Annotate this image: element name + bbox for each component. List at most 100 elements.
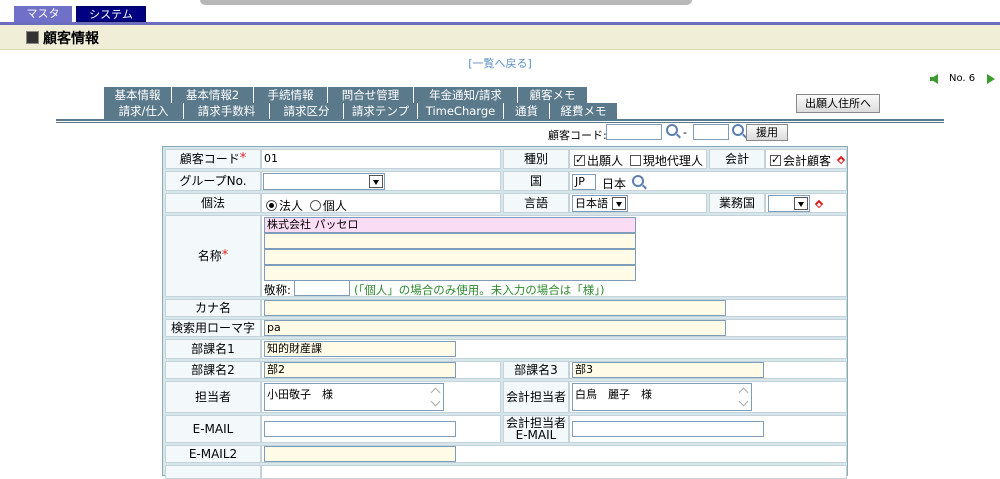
email2-input[interactable]	[264, 446, 456, 462]
individual-law-label: 個法	[165, 193, 261, 213]
applicant-checkbox[interactable]	[574, 153, 585, 166]
romaji-label: 検索用ローマ字	[165, 319, 261, 337]
business-country-label: 業務国	[709, 193, 765, 213]
acct-contact-cell: 白鳥 麗子 様	[569, 381, 847, 413]
language-cell: 日本語	[569, 193, 707, 213]
dept2-cell: 部2	[261, 361, 501, 379]
tab-underline-2	[56, 122, 944, 123]
group-no-label: グループNo.	[165, 171, 261, 191]
arrow-left-icon[interactable]	[930, 74, 938, 84]
range-separator: -	[683, 126, 687, 139]
customer-code-label: 顧客コード*	[165, 149, 261, 169]
apply-button[interactable]: 援用	[746, 124, 788, 141]
search-code-label: 顧客コード:	[548, 129, 607, 142]
applicant-label: 出願人	[587, 154, 624, 168]
search-icon[interactable]	[732, 124, 744, 136]
business-country-select[interactable]	[768, 195, 810, 212]
dept3-cell: 部3	[569, 361, 847, 379]
tab-basic-info[interactable]: 基本情報	[104, 87, 172, 103]
language-label: 言語	[503, 193, 569, 213]
email2-cell	[261, 445, 847, 463]
tab-underline	[56, 119, 944, 121]
name-cell: 株式会社 パッセロ 敬称: (「個人」の場合のみ使用。未入力の場合は「様」)	[261, 215, 847, 297]
country-name: 日本	[602, 177, 627, 191]
kana-input[interactable]	[264, 300, 726, 316]
search-code-from-input[interactable]	[606, 124, 662, 140]
accounting-customer-checkbox[interactable]	[770, 153, 781, 166]
tab-system[interactable]: システム	[76, 6, 146, 22]
required-diamond-icon	[814, 199, 824, 209]
name-line-3-input[interactable]	[264, 249, 636, 265]
acct-contact-label: 会計担当者	[503, 381, 569, 413]
next-row-label	[165, 465, 261, 479]
arrow-right-icon[interactable]	[987, 74, 995, 84]
acct-contact-textarea[interactable]: 白鳥 麗子 様	[572, 383, 752, 411]
dept2-input[interactable]: 部2	[264, 362, 456, 378]
dept3-label: 部課名3	[503, 361, 569, 379]
tab-basic-info-2[interactable]: 基本情報2	[172, 87, 254, 103]
email2-label: E-MAIL2	[165, 445, 261, 463]
tab-billing-fee[interactable]: 請求手数料	[184, 103, 270, 119]
record-navigator: No. 6	[930, 73, 1000, 87]
required-diamond-icon	[836, 155, 846, 165]
contact-label: 担当者	[165, 381, 261, 413]
top-navigation: マスタ システム	[0, 0, 1000, 24]
tab-procedure-info[interactable]: 手続情報	[254, 87, 328, 103]
kana-label: カナ名	[165, 299, 261, 317]
accounting-customer-label: 会計顧客	[783, 154, 832, 168]
tab-inquiry-management[interactable]: 問合せ管理	[328, 87, 414, 103]
dropdown-icon	[794, 197, 808, 210]
dropdown-icon	[369, 175, 383, 188]
applicant-address-button[interactable]: 出願人住所へ	[796, 94, 880, 113]
dept1-input[interactable]: 知的財産課	[264, 341, 456, 357]
agent-checkbox[interactable]	[629, 155, 641, 166]
record-number: No. 6	[949, 73, 976, 84]
acct-email-label: 会計担当者 E-MAIL	[503, 415, 569, 443]
honorific-note: (「個人」の場合のみ使用。未入力の場合は「様」)	[354, 283, 605, 297]
person-radio[interactable]	[309, 200, 321, 211]
kana-cell	[261, 299, 847, 317]
tab-timecharge[interactable]: TimeCharge	[418, 103, 504, 119]
dept3-input[interactable]: 部3	[572, 362, 764, 378]
honorific-input[interactable]	[294, 280, 350, 296]
country-label: 国	[503, 171, 569, 191]
next-row-cell	[261, 465, 847, 479]
dept1-label: 部課名1	[165, 339, 261, 359]
header-square-icon	[26, 31, 39, 44]
email-label: E-MAIL	[165, 415, 261, 443]
back-to-list-link[interactable]: [一覧へ戻る]	[430, 55, 570, 71]
acct-email-input[interactable]	[572, 421, 764, 437]
search-icon[interactable]	[666, 124, 678, 136]
person-label: 個人	[322, 199, 347, 213]
type-label: 種別	[503, 149, 569, 169]
tab-expense-memo[interactable]: 経費メモ	[550, 103, 618, 119]
agent-label: 現地代理人	[642, 154, 703, 168]
country-code-input[interactable]: JP	[572, 174, 596, 190]
romaji-cell: pa	[261, 319, 847, 337]
name-line-1-input[interactable]: 株式会社 パッセロ	[264, 217, 636, 233]
corp-radio[interactable]	[266, 200, 277, 211]
email-input[interactable]	[264, 421, 456, 437]
search-code-to-input[interactable]	[693, 124, 729, 140]
textarea-scrollbar[interactable]	[737, 384, 751, 410]
corp-label: 法人	[279, 199, 304, 213]
accounting-label: 会計	[709, 149, 765, 169]
group-no-select[interactable]	[263, 173, 385, 190]
name-line-4-input[interactable]	[264, 265, 636, 281]
search-icon[interactable]	[632, 175, 644, 187]
tab-billing-purchase[interactable]: 請求/仕入	[104, 103, 184, 119]
name-line-2-input[interactable]	[264, 233, 636, 249]
tab-billing-template[interactable]: 請求テンプ	[344, 103, 418, 119]
contact-textarea[interactable]: 小田敬子 様	[264, 383, 444, 411]
tab-customer-memo[interactable]: 顧客メモ	[518, 87, 588, 103]
tab-annuity-notice[interactable]: 年金通知/請求	[414, 87, 518, 103]
tab-currency[interactable]: 通貨	[504, 103, 550, 119]
tab-master[interactable]: マスタ	[14, 6, 72, 22]
tab-billing-category[interactable]: 請求区分	[270, 103, 344, 119]
contact-cell: 小田敬子 様	[261, 381, 501, 413]
textarea-scrollbar[interactable]	[429, 384, 443, 410]
business-country-cell	[765, 193, 847, 213]
romaji-input[interactable]: pa	[264, 320, 726, 336]
language-select[interactable]: 日本語	[572, 195, 628, 212]
individual-law-options: 法人 個人	[261, 193, 501, 213]
